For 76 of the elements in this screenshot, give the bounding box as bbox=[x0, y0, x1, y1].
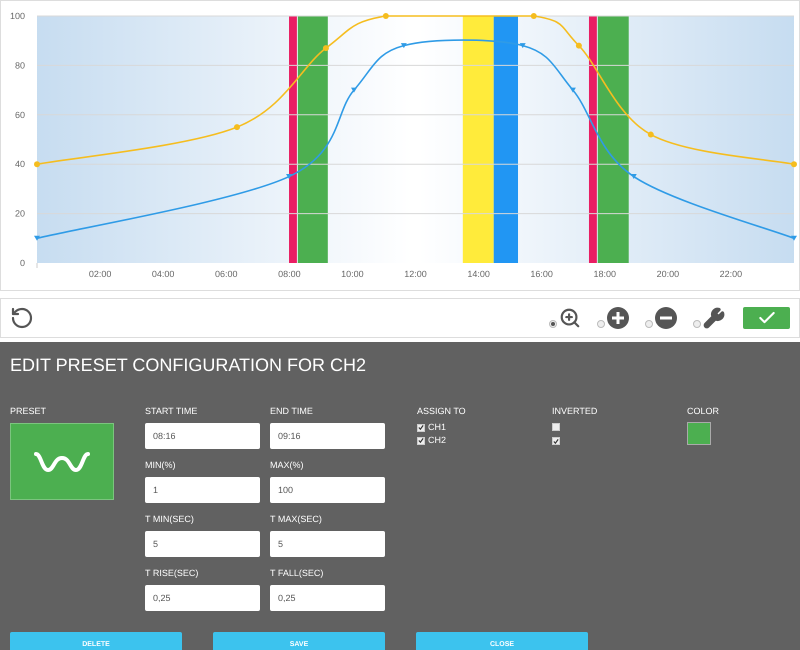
point bbox=[520, 43, 526, 48]
x-tick-label: 20:00 bbox=[656, 269, 680, 279]
input-field[interactable]: 5 bbox=[145, 531, 260, 557]
y-tick-label: 60 bbox=[14, 110, 25, 120]
point bbox=[382, 13, 389, 19]
x-tick-label: 06:00 bbox=[214, 269, 238, 279]
input-field[interactable]: 1 bbox=[145, 477, 260, 503]
x-tick-label: 08:00 bbox=[278, 269, 301, 279]
input-field[interactable]: 100 bbox=[270, 477, 385, 503]
input-field[interactable]: 0,25 bbox=[270, 585, 385, 611]
checkbox[interactable] bbox=[417, 436, 425, 444]
checkbox[interactable] bbox=[552, 437, 560, 445]
point bbox=[648, 132, 654, 138]
y-tick-label: 80 bbox=[14, 60, 25, 70]
point bbox=[791, 161, 797, 168]
panel-title: EDIT PRESET CONFIGURATION FOR CH2 bbox=[10, 354, 368, 374]
field-label: T MIN(SEC) bbox=[145, 515, 195, 524]
time-band[interactable] bbox=[289, 16, 297, 263]
field-label: T MAX(SEC) bbox=[270, 515, 323, 524]
radio-button[interactable] bbox=[693, 320, 701, 328]
time-band[interactable] bbox=[494, 16, 518, 263]
wrench-icon[interactable] bbox=[703, 307, 725, 329]
point bbox=[286, 174, 292, 180]
point bbox=[322, 45, 329, 52]
minus-icon[interactable] bbox=[655, 307, 677, 329]
field-label: END TIME bbox=[270, 407, 314, 416]
field-label: MAX(%) bbox=[270, 461, 304, 470]
field-label: MIN(%) bbox=[145, 461, 176, 470]
input-field[interactable]: 0,25 bbox=[145, 585, 260, 611]
point bbox=[530, 13, 537, 19]
x-tick-label: 18:00 bbox=[593, 269, 616, 279]
checkbox[interactable] bbox=[417, 424, 425, 432]
y-tick-label: 20 bbox=[14, 208, 25, 219]
input-field[interactable]: 5 bbox=[270, 531, 385, 557]
point bbox=[576, 42, 582, 49]
wave-icon bbox=[33, 450, 91, 474]
x-tick-label: 22:00 bbox=[720, 269, 742, 279]
x-tick-label: 12:00 bbox=[404, 269, 427, 279]
field-label: INVERTED bbox=[552, 407, 598, 416]
y-tick-label: 40 bbox=[14, 159, 25, 170]
point bbox=[400, 43, 407, 48]
radio-button[interactable] bbox=[597, 320, 605, 328]
field-label: PRESET bbox=[10, 407, 48, 416]
field-label: T RISE(SEC) bbox=[145, 569, 200, 578]
x-tick-label: 10:00 bbox=[341, 269, 364, 279]
point bbox=[791, 236, 797, 241]
x-tick-label: 16:00 bbox=[530, 269, 553, 279]
color-swatch[interactable] bbox=[687, 422, 711, 445]
field-label: COLOR bbox=[687, 407, 720, 416]
time-band[interactable] bbox=[462, 16, 494, 263]
x-tick-label: 02:00 bbox=[88, 269, 112, 279]
checkbox-label: CH2 bbox=[428, 436, 446, 445]
confirm-button[interactable] bbox=[743, 307, 790, 329]
point bbox=[234, 124, 240, 130]
field-label: ASSIGN TO bbox=[417, 407, 467, 416]
preset-tile[interactable] bbox=[10, 423, 114, 500]
radio-button[interactable] bbox=[645, 320, 653, 328]
input-field[interactable]: 08:16 bbox=[145, 423, 260, 449]
radio-button[interactable] bbox=[549, 320, 557, 328]
input-field[interactable]: 09:16 bbox=[270, 423, 385, 449]
zoom-in-icon[interactable] bbox=[559, 307, 581, 329]
checkbox-label: CH1 bbox=[428, 423, 446, 432]
field-label: START TIME bbox=[145, 407, 198, 416]
x-tick-label: 14:00 bbox=[467, 269, 490, 279]
plus-icon[interactable] bbox=[607, 307, 629, 329]
point bbox=[34, 236, 40, 241]
time-band[interactable] bbox=[298, 16, 328, 263]
point bbox=[350, 88, 357, 93]
x-tick-label: 04:00 bbox=[152, 269, 174, 279]
y-tick-label: 100 bbox=[10, 11, 25, 21]
field-label: T FALL(SEC) bbox=[270, 569, 324, 578]
time-band[interactable] bbox=[598, 16, 629, 263]
reset-icon[interactable] bbox=[10, 306, 34, 330]
point bbox=[570, 88, 576, 93]
y-tick-label: 0 bbox=[20, 258, 25, 268]
point bbox=[34, 161, 40, 168]
